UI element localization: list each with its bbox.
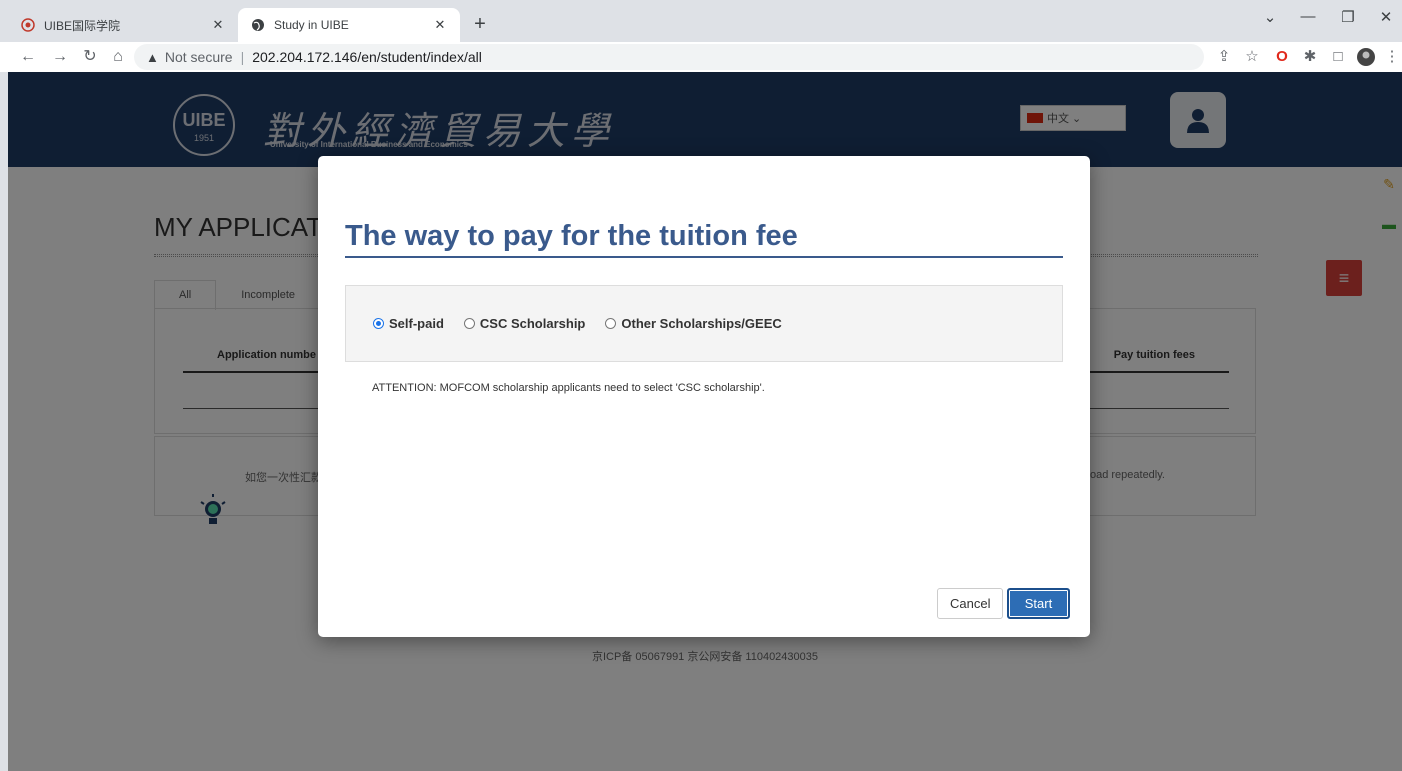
tab-close-icon[interactable]: ✕ — [210, 17, 226, 33]
side-panel-icon[interactable]: □ — [1326, 45, 1350, 69]
profile-avatar-icon[interactable] — [1354, 45, 1378, 69]
option-other-scholarships[interactable]: Other Scholarships/GEEC — [605, 316, 782, 331]
browser-tab-study-in-uibe[interactable]: Study in UIBE ✕ — [238, 8, 460, 42]
radio-self-paid[interactable] — [373, 318, 384, 329]
option-label: CSC Scholarship — [479, 316, 586, 331]
security-status[interactable]: Not secure — [165, 49, 233, 65]
reload-icon[interactable]: ↻ — [78, 45, 102, 69]
option-label: Self-paid — [389, 316, 444, 331]
url-text[interactable]: 202.204.172.146/en/student/index/all — [252, 49, 482, 65]
tab-close-icon[interactable]: ✕ — [432, 17, 448, 33]
radio-other-scholarships[interactable] — [605, 318, 617, 329]
opera-extension-icon[interactable]: O — [1270, 45, 1294, 69]
browser-tab-uibe-international[interactable]: UIBE国际学院 ✕ — [8, 8, 238, 42]
new-tab-button[interactable]: + — [466, 11, 494, 39]
modal-title: The way to pay for the tuition fee — [345, 220, 798, 252]
back-arrow-icon[interactable]: ← — [16, 45, 40, 69]
web-page: UIBE 1951 對外經濟貿易大學 University of Interna… — [8, 72, 1402, 771]
cancel-button[interactable]: Cancel — [937, 588, 1004, 619]
option-label: Other Scholarships/GEEC — [621, 316, 782, 331]
home-icon[interactable]: ⌂ — [106, 45, 130, 69]
tab-title: UIBE国际学院 — [44, 18, 121, 33]
option-self-paid[interactable]: Self-paid — [373, 316, 444, 331]
extensions-puzzle-icon[interactable]: ✱ — [1298, 45, 1322, 69]
bookmark-star-icon[interactable]: ☆ — [1240, 45, 1264, 69]
warning-triangle-icon[interactable]: ▲ — [146, 50, 159, 65]
forward-arrow-icon[interactable]: → — [48, 45, 72, 69]
share-icon[interactable]: ⇪ — [1212, 45, 1236, 69]
restore-button[interactable]: ❐ — [1334, 8, 1362, 26]
globe-icon — [250, 17, 266, 33]
browser-toolbar: ← → ↻ ⌂ ▲ Not secure | 202.204.172.146/e… — [0, 42, 1402, 72]
uibe-favicon-icon — [20, 17, 36, 33]
tab-search-chevron-icon[interactable]: ⌄ — [1256, 8, 1284, 26]
close-window-button[interactable]: ✕ — [1372, 8, 1400, 26]
address-bar[interactable]: ▲ Not secure | 202.204.172.146/en/studen… — [134, 44, 1204, 70]
attention-note: ATTENTION: MOFCOM scholarship applicants… — [372, 382, 765, 394]
minimize-button[interactable]: — — [1294, 8, 1322, 25]
address-separator: | — [240, 49, 245, 65]
tab-title: Study in UIBE — [274, 18, 349, 32]
browser-tabstrip: UIBE国际学院 ✕ Study in UIBE ✕ + ⌄ — ❐ ✕ — [0, 0, 1402, 42]
option-csc-scholarship[interactable]: CSC Scholarship — [463, 316, 586, 331]
radio-csc-scholarship[interactable] — [463, 318, 475, 329]
modal-title-divider — [345, 256, 1063, 258]
payment-options: Self-paid CSC Scholarship Other Scholars… — [345, 285, 1063, 362]
start-button[interactable]: Start — [1007, 588, 1070, 619]
browser-menu-icon[interactable]: ⋮ — [1380, 45, 1402, 69]
payment-method-modal: The way to pay for the tuition fee Self-… — [318, 156, 1090, 637]
